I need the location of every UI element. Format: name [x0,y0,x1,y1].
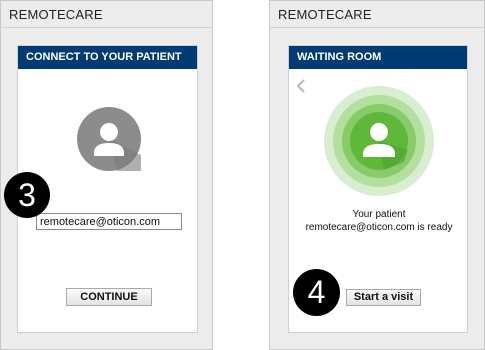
step-badge-4: 4 [293,269,340,316]
app-title: REMOTECARE [9,7,103,22]
panel-header-connect: CONNECT TO YOUR PATIENT [18,46,197,69]
patient-ready-line2: remotecare@oticon.com is ready [305,222,453,233]
chevron-left-icon[interactable] [295,78,307,94]
continue-button[interactable]: CONTINUE [66,288,152,306]
patient-ready-avatar-icon [324,86,434,196]
app-title: REMOTECARE [278,7,372,22]
user-avatar-icon [77,107,141,171]
patient-email-field[interactable] [36,213,182,230]
titlebar-divider [1,27,212,28]
titlebar-divider [270,27,484,28]
start-visit-button[interactable]: Start a visit [346,289,421,306]
step-badge-3: 3 [4,172,50,218]
right-app-window: REMOTECARE WAITING ROOM Your patient rem… [269,0,485,350]
panel-header-waiting-room: WAITING ROOM [289,46,467,69]
left-app-window: REMOTECARE CONNECT TO YOUR PATIENT CONTI… [0,0,213,350]
patient-ready-line1: Your patient [352,209,406,220]
